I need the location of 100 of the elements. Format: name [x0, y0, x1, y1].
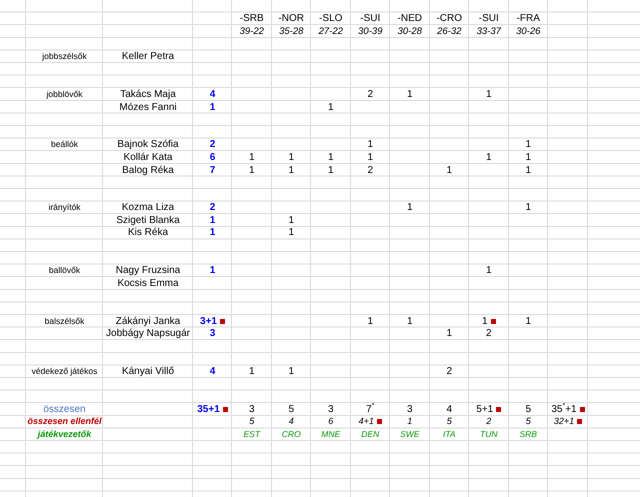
position-label: ballövők — [48, 265, 80, 276]
goal-total: 1 — [210, 265, 216, 276]
grand-total: 32+1 — [554, 416, 574, 428]
goal-count: 1 — [248, 152, 255, 163]
goal-total: 6 — [210, 152, 216, 163]
opponent-header: -CRO — [436, 13, 462, 24]
player-name: Takács Maja — [120, 88, 176, 100]
opponent-header: -SRB — [240, 13, 264, 24]
player-name: Kis Réka — [128, 227, 168, 238]
position-label: irányítók — [48, 202, 81, 214]
match-score: 30-39 — [358, 26, 382, 37]
match-score: 30-28 — [398, 26, 422, 37]
player-name: Kocsis Emma — [117, 278, 179, 289]
goal-total: 35+1 — [197, 404, 220, 415]
player-name: Zákányi Janka — [116, 316, 180, 327]
referee-code: SWE — [400, 428, 420, 440]
match-score: 33-37 — [476, 26, 501, 37]
player-name: Keller Petra — [122, 51, 174, 62]
total-label: összesen — [43, 404, 86, 415]
goal-count: 1 — [248, 366, 255, 378]
goal-count: 1 — [525, 152, 532, 163]
position-label: balszélsők — [44, 316, 84, 327]
goal-count: 1 — [367, 152, 374, 163]
summary-value: 5 — [249, 416, 254, 428]
goal-total: 4 — [210, 366, 216, 378]
summary-value: 6 — [328, 416, 334, 428]
goal-count: 2 — [367, 164, 374, 176]
player-name: Jobbágy Napsugár — [106, 328, 190, 340]
goal-count: 1 — [367, 316, 374, 327]
goal-total: 3 — [210, 328, 216, 340]
goal-count: 1 — [288, 366, 294, 378]
referee-code: SRB — [520, 428, 537, 440]
goal-count: 1 — [525, 202, 532, 214]
position-label: jobblövők — [46, 88, 82, 100]
goal-count: 1 — [486, 265, 492, 276]
player-name: Bajnok Szófia — [117, 139, 179, 150]
summary-value: 2 — [486, 416, 492, 428]
player-name: Kányai Villő — [122, 366, 174, 378]
goal-count: 1 — [525, 164, 532, 176]
goal-count: 1 — [288, 214, 294, 226]
player-name: Mózes Fanni — [119, 102, 177, 113]
goal-count: 2 — [486, 328, 492, 340]
goal-count: 1 — [446, 164, 452, 176]
goal-count: 1 — [288, 152, 294, 163]
summary-value: 5 — [526, 416, 531, 428]
referee-code: MNE — [321, 428, 340, 440]
match-score: 30-26 — [516, 26, 540, 37]
goal-count: 1 — [288, 227, 294, 238]
summary-value: 4 — [288, 416, 294, 428]
summary-value: 5 — [525, 404, 532, 415]
goal-count: 1 — [406, 88, 413, 100]
opponent-header: -SUI — [478, 13, 499, 24]
opponent-header: -NED — [398, 13, 422, 24]
goal-total: 1 — [210, 214, 216, 226]
summary-value: 5+1 — [476, 404, 494, 415]
match-score: 26-32 — [437, 26, 462, 37]
summary-value: 1 — [407, 416, 412, 428]
referee-code: TUN — [480, 428, 498, 440]
summary-value: 3 — [328, 404, 334, 415]
goal-count: 1 — [406, 202, 413, 214]
player-name: Kollár Kata — [124, 152, 172, 163]
goal-count: 1 — [446, 328, 452, 340]
referees-label: játékvezetők — [38, 428, 92, 440]
summary-value: 7$^{*}$ — [366, 404, 374, 415]
goal-count: 1 — [367, 139, 374, 150]
grand-total: 35$^{*}$+1 — [551, 404, 577, 415]
position-label: beállók — [51, 139, 78, 150]
goal-count: 1 — [406, 316, 413, 327]
summary-value: 5 — [446, 416, 452, 428]
goal-count: 2 — [367, 88, 374, 100]
goal-count: 1 — [486, 152, 492, 163]
match-score: 27-22 — [318, 26, 343, 37]
goal-count: 1 — [328, 102, 334, 113]
opponent-header: -NOR — [278, 13, 304, 24]
goal-count: 1 — [525, 139, 532, 150]
match-score: 35-28 — [279, 26, 304, 37]
goal-total: 1 — [210, 227, 216, 238]
goal-count: 1 — [525, 316, 532, 327]
referee-code: ITA — [442, 428, 456, 440]
player-name: Balog Réka — [122, 164, 174, 176]
goal-total: 3+1 — [200, 316, 217, 327]
player-name: Kozma Liza — [122, 202, 174, 214]
summary-value: 5 — [288, 404, 294, 415]
summary-value: 3 — [406, 404, 413, 415]
summary-value: 3 — [248, 404, 255, 415]
goal-count: 1 — [328, 164, 334, 176]
goal-total: 2 — [210, 202, 216, 214]
referee-code: EST — [243, 428, 260, 440]
goal-count: 1 — [328, 152, 334, 163]
goal-total: 2 — [210, 139, 216, 150]
opponent-header: -FRA — [516, 13, 540, 24]
goal-count: 1 — [248, 164, 255, 176]
goal-count: 2 — [446, 366, 452, 378]
opponent-header: -SUI — [360, 13, 380, 24]
position-label: jobbszélsők — [42, 51, 87, 62]
opponent-header: -SLO — [319, 13, 342, 24]
goal-total: 4 — [210, 88, 216, 100]
goal-total: 1 — [210, 102, 216, 113]
summary-value: 4 — [446, 404, 452, 415]
referee-code: DEN — [361, 428, 380, 440]
